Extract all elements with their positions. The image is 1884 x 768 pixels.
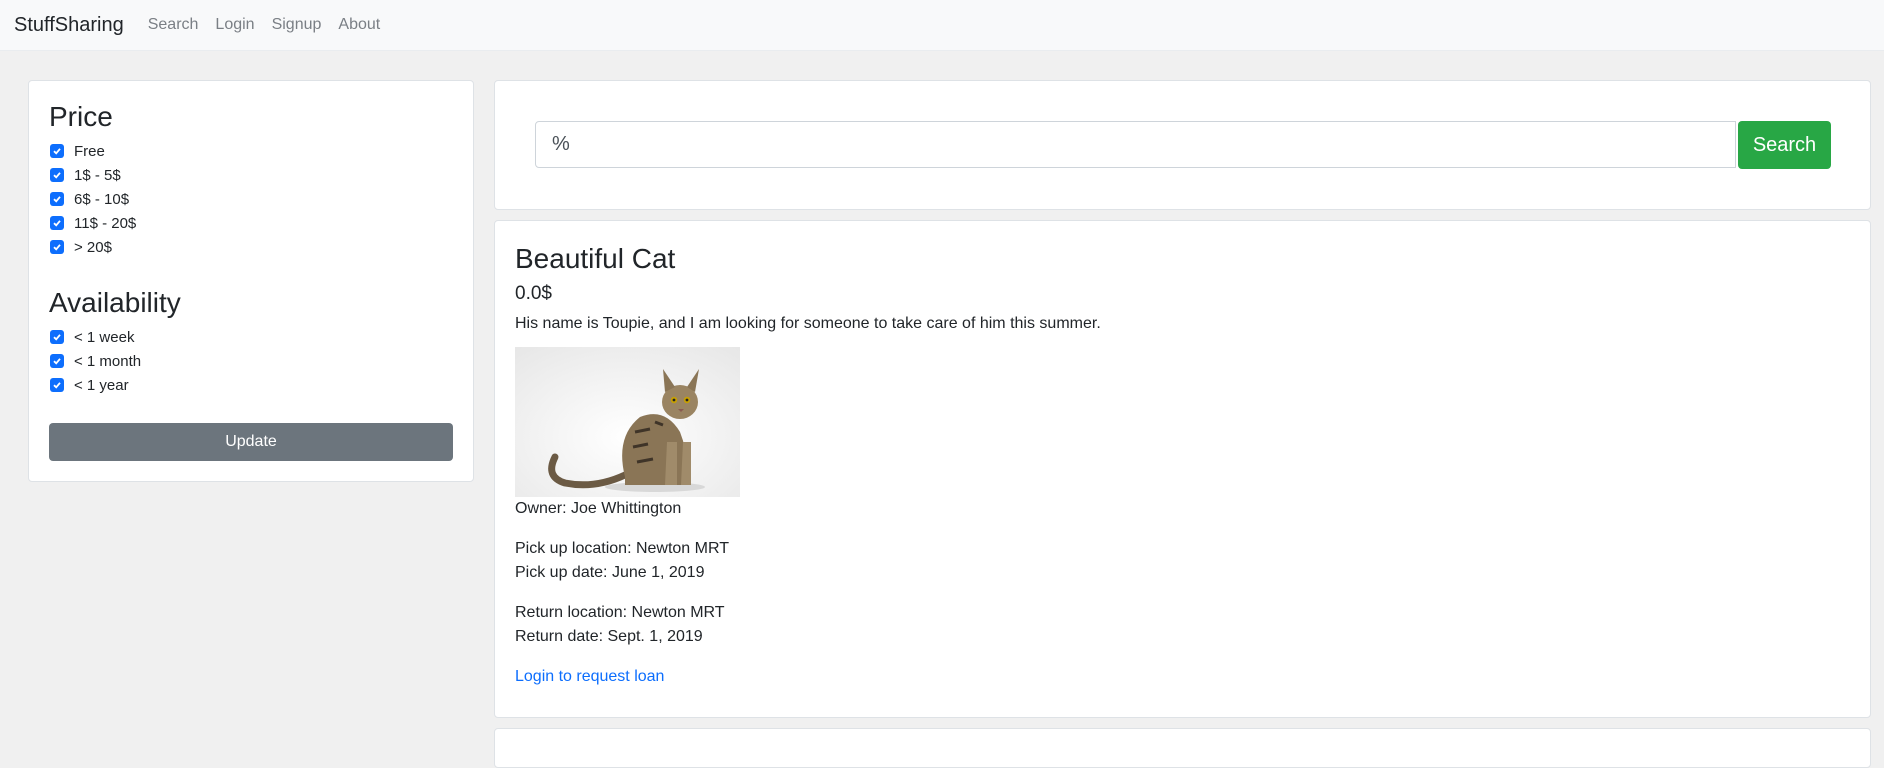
checkbox-checked-icon[interactable] (50, 354, 64, 368)
checkbox-checked-icon[interactable] (50, 330, 64, 344)
availability-option-week[interactable]: < 1 week (49, 325, 453, 349)
search-input[interactable]: % (535, 121, 1736, 168)
checkbox-checked-icon[interactable] (50, 168, 64, 182)
navbar: StuffSharing Search Login Signup About (0, 0, 1884, 51)
brand-link[interactable]: StuffSharing (14, 14, 124, 37)
item-title: Beautiful Cat (515, 243, 676, 274)
nav-link-search[interactable]: Search (148, 16, 199, 34)
nav-link-about[interactable]: About (338, 16, 380, 34)
price-option-6-10[interactable]: 6$ - 10$ (49, 187, 453, 211)
price-option-free[interactable]: Free (49, 139, 453, 163)
checkbox-checked-icon[interactable] (50, 192, 64, 206)
search-button[interactable]: Search (1738, 121, 1831, 169)
item-description: His name is Toupie, and I am looking for… (515, 315, 1101, 332)
availability-option-year[interactable]: < 1 year (49, 373, 453, 397)
item-image (515, 347, 740, 497)
item-owner: Owner: Joe Whittington (515, 500, 682, 517)
availability-option-label: < 1 week (74, 328, 135, 346)
nav-link-signup[interactable]: Signup (272, 16, 322, 34)
checkbox-checked-icon[interactable] (50, 216, 64, 230)
item-price: 0.0$ (515, 283, 552, 304)
price-option-label: 1$ - 5$ (74, 166, 121, 184)
checkbox-checked-icon[interactable] (50, 240, 64, 254)
item-pickup-date: Pick up date: June 1, 2019 (515, 564, 705, 581)
price-option-11-20[interactable]: 11$ - 20$ (49, 211, 453, 235)
next-item-card (494, 728, 1871, 768)
price-option-label: > 20$ (74, 238, 112, 256)
availability-filter-title: Availability (49, 287, 181, 318)
update-button[interactable]: Update (49, 423, 453, 461)
item-pickup-location: Pick up location: Newton MRT (515, 540, 730, 557)
search-card: % Search (494, 80, 1871, 210)
price-option-label: 11$ - 20$ (74, 214, 137, 232)
item-card: Beautiful Cat 0.0$ His name is Toupie, a… (494, 220, 1871, 718)
price-option-1-5[interactable]: 1$ - 5$ (49, 163, 453, 187)
availability-option-label: < 1 year (74, 376, 129, 394)
availability-option-label: < 1 month (74, 352, 142, 370)
checkbox-checked-icon[interactable] (50, 144, 64, 158)
item-return-date: Return date: Sept. 1, 2019 (515, 628, 703, 645)
price-option-label: 6$ - 10$ (74, 190, 130, 208)
price-option-over-20[interactable]: > 20$ (49, 235, 453, 259)
login-to-request-loan-link[interactable]: Login to request loan (515, 668, 664, 685)
price-filter-title: Price (49, 101, 113, 132)
filter-sidebar: Price Free 1$ - 5$ 6$ - 10$ 11$ - 20$ > … (28, 80, 474, 482)
price-option-label: Free (74, 142, 105, 160)
checkbox-checked-icon[interactable] (50, 378, 64, 392)
item-return-location: Return location: Newton MRT (515, 604, 725, 621)
nav-link-login[interactable]: Login (215, 16, 254, 34)
availability-option-month[interactable]: < 1 month (49, 349, 453, 373)
